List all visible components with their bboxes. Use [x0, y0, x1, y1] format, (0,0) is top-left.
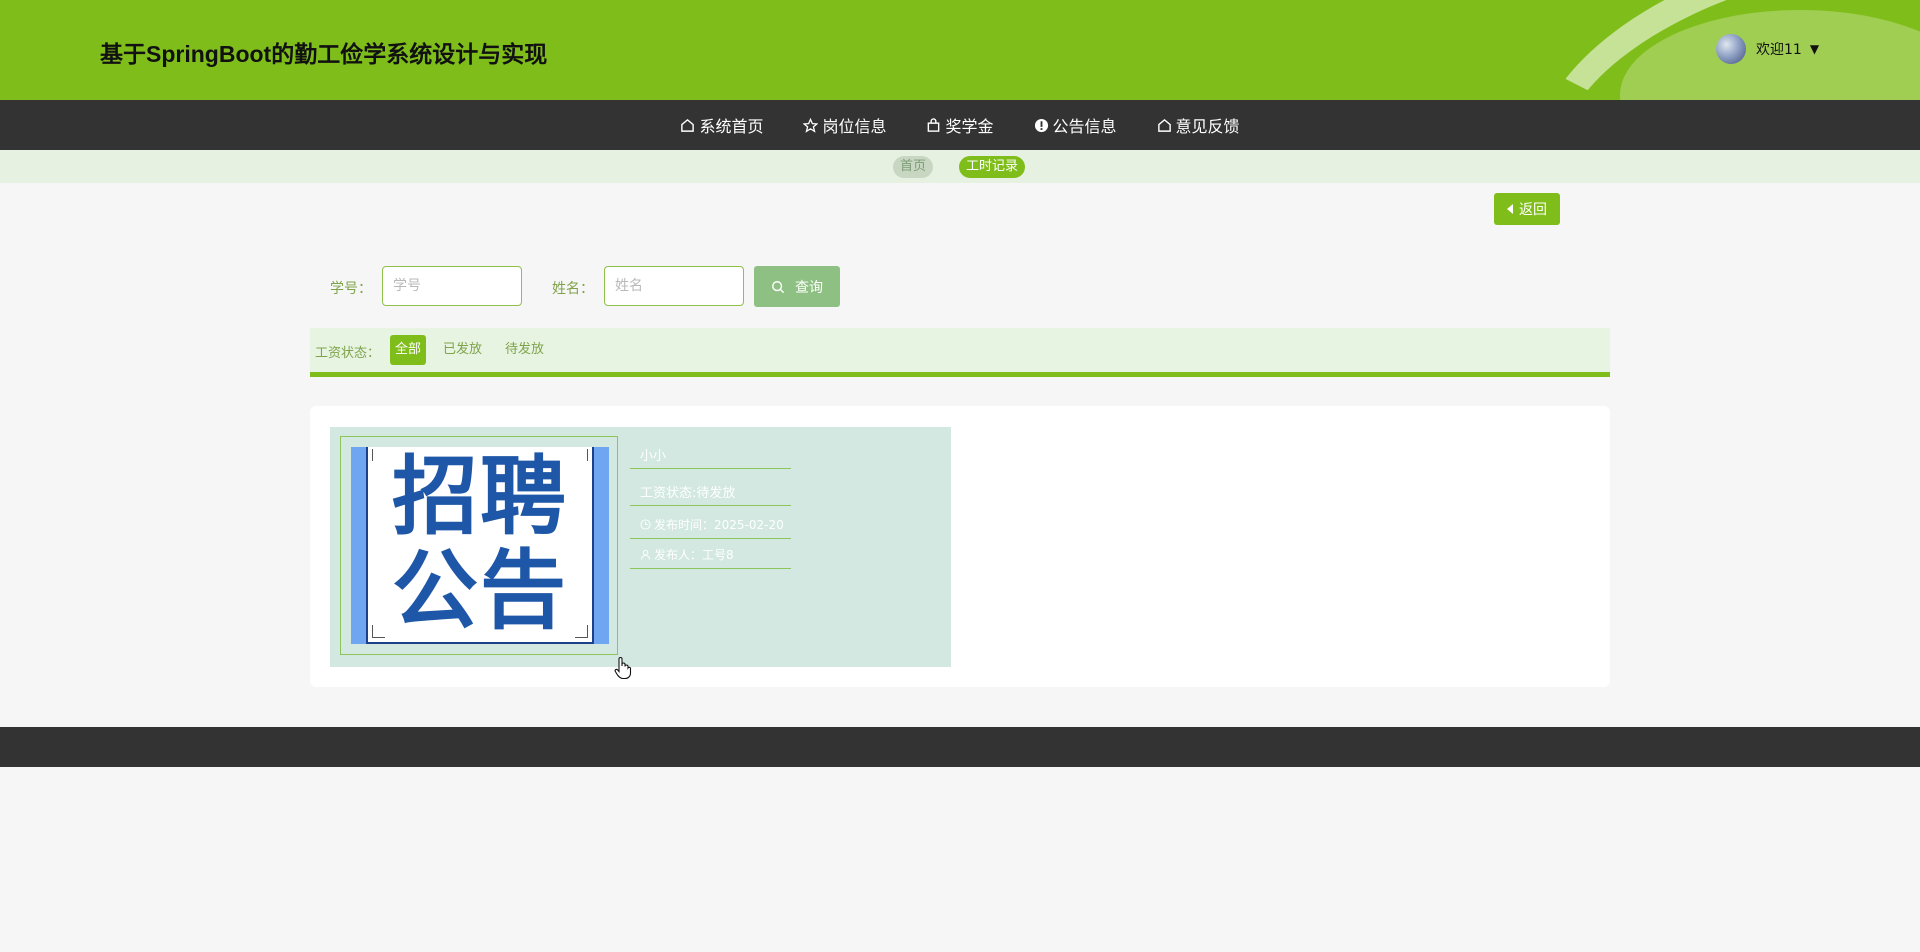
nav-item-label: 奖学金: [945, 117, 994, 136]
record-thumbnail[interactable]: 招聘 公告: [351, 447, 609, 644]
filter-label: 工资状态：: [315, 346, 381, 361]
hand-cursor-icon: [614, 657, 632, 680]
poster-text-line2: 公告: [392, 540, 568, 641]
filter-option-paid[interactable]: 已发放: [438, 335, 487, 365]
nav-item-label: 系统首页: [699, 117, 764, 136]
alert-icon: [1034, 118, 1048, 132]
poster-text-line1: 招聘: [392, 447, 568, 547]
name-input[interactable]: [604, 266, 744, 306]
record-salary-status: 工资状态:待发放: [630, 477, 791, 506]
nav-item-jobs[interactable]: 岗位信息: [803, 113, 886, 137]
search-button[interactable]: 查询: [754, 266, 840, 307]
corner-mark: [575, 449, 588, 461]
home-icon: [681, 118, 695, 132]
publisher-text: 发布人：工号8: [654, 547, 734, 562]
footer: [0, 727, 1920, 767]
header: 基于SpringBoot的勤工俭学系统设计与实现: [0, 0, 1920, 100]
record-name: 小小: [630, 440, 791, 469]
search-button-label: 查询: [795, 279, 823, 296]
clock-icon: [640, 518, 651, 530]
header-decoration: [1500, 0, 1920, 100]
student-id-label: 学号：: [330, 281, 372, 297]
search-icon: [772, 280, 785, 293]
filter-option-all[interactable]: 全部: [390, 335, 427, 365]
avatar[interactable]: [1716, 34, 1746, 64]
publish-time-text: 发布时间：2025-02-20: [654, 517, 784, 532]
nav-item-scholarship[interactable]: 奖学金: [926, 113, 994, 137]
user-menu[interactable]: 欢迎11 ▼: [1716, 34, 1819, 64]
back-button[interactable]: 返回: [1494, 193, 1560, 225]
user-greeting[interactable]: 欢迎11: [1756, 39, 1802, 59]
nav-item-label: 公告信息: [1052, 117, 1117, 136]
back-button-label: 返回: [1519, 202, 1547, 218]
filter-option-pending[interactable]: 待发放: [500, 335, 549, 365]
main-nav: 系统首页 岗位信息 奖学金 公告信息 意见反馈: [0, 100, 1920, 150]
corner-mark: [372, 625, 385, 638]
nav-item-feedback[interactable]: 意见反馈: [1157, 113, 1240, 137]
poster-image: 招聘 公告: [366, 447, 594, 644]
breadcrumb-current: 工时记录: [959, 156, 1026, 178]
nav-item-home[interactable]: 系统首页: [680, 113, 763, 137]
nav-item-announcements[interactable]: 公告信息: [1034, 113, 1117, 137]
nav-item-label: 意见反馈: [1175, 117, 1240, 136]
bag-icon: [928, 117, 940, 132]
name-label: 姓名：: [552, 281, 594, 297]
home-icon: [1157, 118, 1171, 132]
star-icon: [803, 117, 819, 133]
student-id-input[interactable]: [382, 266, 522, 306]
corner-mark: [372, 449, 385, 461]
corner-mark: [575, 625, 588, 638]
nav-item-label: 岗位信息: [822, 117, 887, 136]
record-publish-time: 发布时间：2025-02-20: [630, 510, 791, 539]
page-title: 基于SpringBoot的勤工俭学系统设计与实现: [100, 41, 548, 67]
caret-left-icon: [1507, 204, 1513, 214]
user-icon: [640, 549, 651, 560]
salary-status-filter: 工资状态： 全部 已发放 待发放: [310, 328, 1610, 377]
record-publisher: 发布人：工号8: [630, 540, 791, 569]
breadcrumb-home[interactable]: 首页: [893, 156, 934, 178]
caret-down-icon[interactable]: ▼: [1810, 42, 1819, 56]
